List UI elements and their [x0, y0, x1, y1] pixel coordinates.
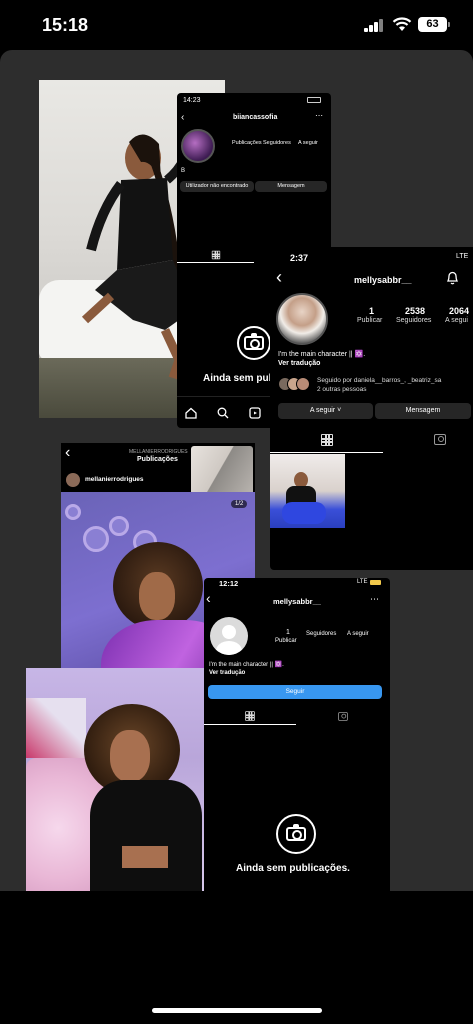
screen-d-bio: I'm the main character || ✡️. [209, 662, 284, 668]
stat-following-label[interactable]: A seguir [298, 140, 318, 146]
screen-b-time: 2:37 [290, 253, 309, 263]
screen-d-following-label[interactable]: A seguir [347, 631, 369, 637]
tagged-tab-icon[interactable] [434, 434, 446, 445]
screen-d-time: 12:12 [219, 579, 239, 588]
status-time: 15:18 [42, 15, 89, 35]
cellular-signal-icon [364, 19, 384, 32]
battery-icon: 63 [418, 17, 450, 32]
back-arrow-icon[interactable]: ‹ [206, 590, 211, 606]
message-button[interactable]: Mensagem [255, 181, 327, 192]
status-bar: 15:18 63 [0, 0, 473, 50]
screen-a-battery-icon [307, 97, 321, 103]
post-preview-thumbnail [191, 446, 253, 494]
screen-c-header-title: Publicações [137, 456, 178, 463]
screen-d-see-translation[interactable]: Ver tradução [209, 670, 245, 676]
camera-icon [276, 814, 316, 854]
default-avatar[interactable] [210, 617, 248, 655]
message-button[interactable]: Mensagem [375, 403, 471, 419]
grid-tab-icon[interactable] [245, 711, 255, 721]
grid-tab-icon[interactable] [211, 250, 221, 260]
tagged-tab-icon[interactable] [338, 712, 348, 721]
more-options-icon[interactable]: ⋯ [370, 594, 379, 605]
home-icon[interactable] [185, 407, 197, 419]
screenshot-profile-mellysabbr-follow: 12:12 LTE ‹ mellysabbr__ ⋯ 1 Publicar Se… [204, 578, 390, 891]
page-indicator: 1/2 [231, 500, 248, 508]
mutual-followers-avatars [278, 377, 312, 391]
avatar[interactable] [181, 129, 215, 163]
home-indicator[interactable] [152, 1008, 322, 1013]
screen-d-followers-label[interactable]: Seguidores [306, 631, 336, 637]
screen-d-username[interactable]: mellysabbr__ [273, 597, 321, 606]
screenshot-publications-mellanierrodrigues: ‹ MELLANIERRODRIGUES Publicações mellani… [61, 443, 255, 494]
screen-c-username[interactable]: mellanierrodrigues [85, 476, 144, 483]
screen-b-see-translation[interactable]: Ver tradução [278, 360, 320, 367]
screenshot-profile-mellysabbr-following: 2:37 LTE ‹ mellysabbr__ 1 Publicar 2538 … [270, 247, 473, 570]
following-dropdown-button[interactable]: A seguir ˅ [278, 403, 373, 419]
screen-b-bio: I'm the main character || ✡️. [278, 351, 366, 358]
screen-b-username[interactable]: mellysabbr__ [354, 275, 412, 285]
post-thumbnail[interactable] [270, 454, 345, 528]
grid-tab-icon[interactable] [321, 434, 333, 446]
photo-curly-hair-black-top [26, 668, 204, 891]
screen-b-posts-label: Publicar [357, 317, 383, 324]
screen-b-followed-by[interactable]: Seguido por daniela__barros_, _beatriz_s… [317, 377, 441, 384]
camera-icon [237, 326, 271, 360]
back-arrow-icon[interactable]: ‹ [181, 112, 184, 123]
screen-d-battery-icon [370, 580, 381, 585]
screen-d-carrier: LTE [357, 579, 368, 585]
stat-posts-label: Publicações [232, 140, 262, 146]
screen-b-followed-more[interactable]: 2 outras pessoas [317, 386, 367, 393]
user-not-found-button[interactable]: Utilizador não encontrado [180, 181, 254, 192]
follow-button[interactable]: Seguir [208, 685, 382, 699]
reels-icon[interactable] [249, 407, 261, 419]
more-options-icon[interactable]: ⋯ [315, 111, 323, 120]
back-arrow-icon[interactable]: ‹ [65, 444, 70, 462]
screen-d-posts-label: Publicar [275, 638, 297, 644]
stat-followers-label[interactable]: Seguidores [263, 140, 291, 146]
screen-a-time: 14:23 [183, 97, 201, 104]
avatar[interactable] [66, 473, 80, 487]
wifi-icon [392, 17, 412, 31]
screen-d-posts-count: 1 [286, 629, 290, 636]
notification-bell-icon[interactable] [446, 271, 459, 285]
screen-b-followers-count[interactable]: 2538 [405, 306, 425, 316]
screen-b-following-label[interactable]: A segui [445, 317, 468, 324]
back-arrow-icon[interactable]: ‹ [276, 267, 282, 288]
screen-b-posts-count: 1 [369, 306, 375, 316]
bio-text: B [181, 168, 186, 174]
screen-b-followers-label[interactable]: Seguidores [396, 317, 431, 324]
screen-c-header-small: MELLANIERRODRIGUES [129, 449, 188, 455]
screen-b-carrier: LTE [456, 253, 469, 260]
screen-d-empty-text: Ainda sem publicações. [236, 863, 350, 874]
screen-b-following-count[interactable]: 2064 [449, 306, 469, 316]
search-icon[interactable] [217, 407, 229, 419]
avatar[interactable] [276, 293, 328, 345]
screen-a-empty-text: Ainda sem publi [203, 373, 281, 384]
collage-canvas: 14:23 ‹ biiancassofia ⋯ Publicações Segu… [0, 50, 473, 891]
screen-a-username[interactable]: biiancassofia [233, 114, 277, 121]
